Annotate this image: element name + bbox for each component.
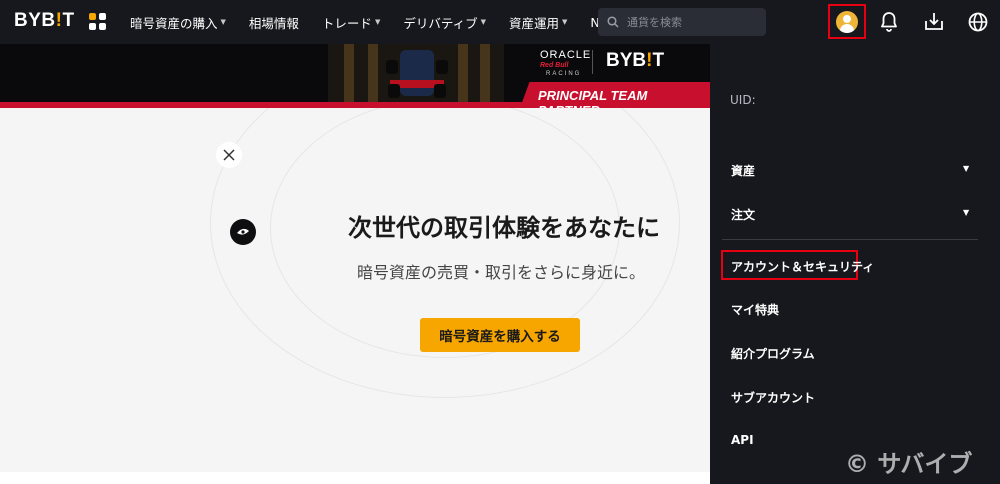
nav-buy-crypto[interactable]: 暗号資産の購入 ▼ [130, 13, 226, 32]
uid-label: UID: [730, 93, 756, 107]
chevron-down-icon: ▼ [220, 18, 226, 26]
menu-item-my-rewards[interactable]: マイ特典 [731, 301, 779, 318]
bottom-strip [0, 472, 710, 484]
eye-icon[interactable] [230, 219, 256, 245]
chevron-down-icon: ▼ [480, 18, 486, 26]
globe-icon[interactable] [966, 10, 990, 34]
hero-subtitle: 暗号資産の売買・取引をさらに身近に。 [357, 263, 646, 282]
hero-section: 次世代の取引体験をあなたに 暗号資産の売買・取引をさらに身近に。 暗号資産を購入… [0, 108, 710, 472]
menu-item-subaccount[interactable]: サブアカウント [731, 389, 815, 406]
racing-label: RACING [546, 71, 582, 77]
menu-item-api[interactable]: API [731, 433, 754, 447]
partner-text: PRINCIPAL TEAM PARTNER [538, 88, 648, 108]
apps-icon[interactable] [89, 13, 107, 31]
nav-trade[interactable]: トレード ▼ [322, 13, 380, 32]
user-avatar-button[interactable] [828, 4, 866, 39]
menu-item-referral[interactable]: 紹介プログラム [731, 345, 815, 362]
search-icon [607, 16, 619, 28]
menu-item-orders[interactable]: 注文 [731, 206, 755, 223]
menu-divider [722, 239, 978, 240]
search-input[interactable] [627, 15, 757, 29]
coin-search[interactable] [598, 8, 766, 36]
top-navigation-bar: BYB!T 暗号資産の購入 ▼ 相場情報 トレード ▼ デリバティブ ▼ 資産運用 ▼ … [0, 0, 1000, 44]
redbull-logo: Red Bull [540, 62, 569, 69]
menu-item-assets[interactable]: 資産 [731, 162, 755, 179]
nav-derivatives[interactable]: デリバティブ ▼ [403, 13, 486, 32]
promo-banner[interactable]: ORACLE Red Bull RACING BYB!T PRINCIPAL T… [0, 44, 710, 108]
banner-bybit-logo: BYB!T [606, 50, 665, 71]
oracle-logo: ORACLE [540, 49, 592, 61]
account-dropdown-panel: UID: 資産 ▼ 注文 ▼ アカウント＆セキュリティ マイ特典 紹介プログラム… [710, 44, 1000, 484]
chevron-down-icon: ▼ [374, 18, 381, 26]
hero-title: 次世代の取引体験をあなたに [348, 214, 660, 242]
close-button[interactable] [216, 142, 242, 168]
chevron-down-icon: ▼ [963, 208, 970, 217]
bell-icon[interactable] [877, 10, 901, 34]
race-car-image [328, 44, 504, 102]
download-icon[interactable] [922, 10, 946, 34]
close-icon [223, 149, 235, 161]
nav-earn[interactable]: 資産運用 ▼ [509, 13, 567, 32]
menu-item-account-security[interactable]: アカウント＆セキュリティ [731, 258, 874, 275]
main-nav: 暗号資産の購入▼ 相場情報 トレード▼ デリバティブ▼ 資産運用▼ NFT [130, 0, 637, 44]
user-avatar-icon [836, 10, 858, 33]
chevron-down-icon: ▼ [562, 18, 568, 26]
buy-crypto-button[interactable]: 暗号資産を購入する [420, 318, 580, 352]
bybit-logo[interactable]: BYB!T [14, 10, 75, 32]
chevron-down-icon: ▼ [963, 164, 970, 173]
watermark: © サバイブ [845, 450, 973, 478]
nav-markets[interactable]: 相場情報 [249, 13, 299, 32]
